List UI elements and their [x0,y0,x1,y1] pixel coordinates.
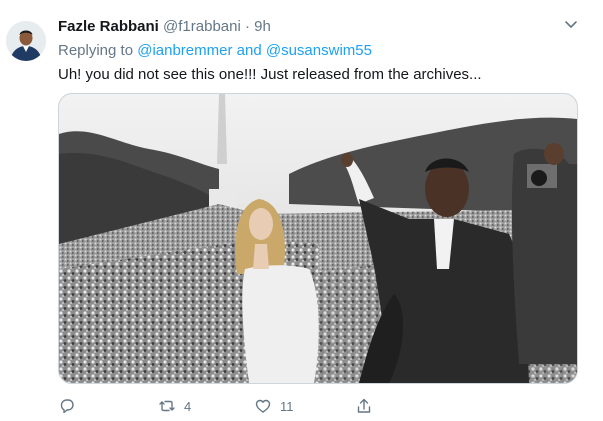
tweet-photo[interactable] [58,93,578,384]
display-name[interactable]: Fazle Rabbani [58,18,159,35]
mention-link[interactable]: @ianbremmer [137,42,232,59]
mention-link[interactable]: @susanswim55 [266,42,372,59]
user-handle[interactable]: @f1rabbani [163,18,241,35]
share-upload-icon [357,398,371,413]
tweet-header: Fazle Rabbani @f1rabbani · 9h [58,18,271,35]
tweet[interactable]: Fazle Rabbani @f1rabbani · 9h Replying t… [0,0,603,420]
like-button[interactable]: 11 [254,395,294,417]
timestamp[interactable]: 9h [254,18,271,35]
mention-conjunction[interactable]: and [232,42,265,59]
retweet-count: 4 [184,398,192,414]
reply-button[interactable] [58,395,76,417]
retweet-icon [159,400,175,412]
chevron-down-icon[interactable] [563,16,579,32]
separator-dot: · [244,18,250,35]
tweet-actions: 4 11 [0,395,603,421]
retweet-button[interactable]: 4 [158,395,191,417]
share-button[interactable] [355,395,373,417]
replying-to: Replying to @ianbremmer and @susanswim55 [58,42,372,59]
tweet-text: Uh! you did not see this one!!! Just rel… [58,66,482,83]
comment-bubble-icon [60,399,74,414]
replying-to-label: Replying to [58,42,138,59]
like-count: 11 [280,398,294,414]
avatar[interactable] [6,21,46,61]
heart-icon [255,399,271,413]
